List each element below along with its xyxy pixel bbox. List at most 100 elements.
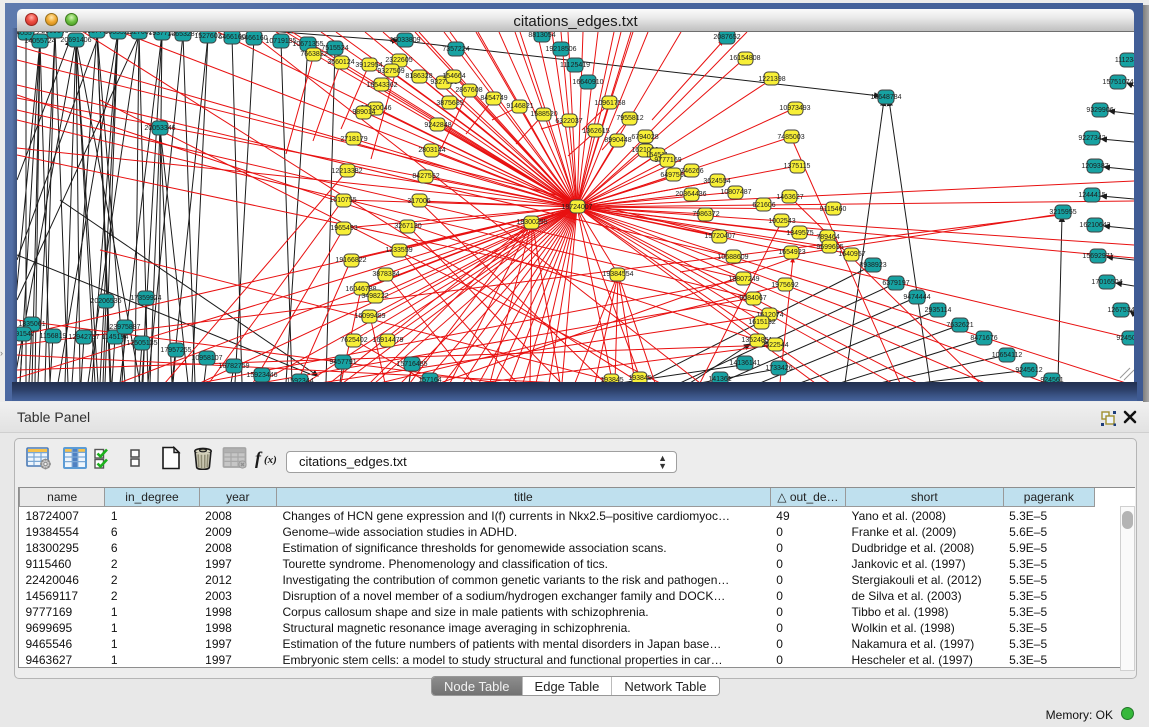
- svg-text:9115460: 9115460: [820, 206, 847, 213]
- svg-text:16033809: 16033809: [389, 37, 420, 44]
- svg-text:1349575: 1349575: [786, 230, 813, 237]
- svg-text:17359924: 17359924: [130, 295, 161, 302]
- svg-text:16782759: 16782759: [218, 363, 249, 370]
- svg-text:989014: 989014: [352, 109, 375, 116]
- svg-text:18724007: 18724007: [561, 204, 592, 211]
- svg-text:20206536: 20206536: [90, 298, 121, 305]
- svg-text:621606: 621606: [752, 202, 775, 209]
- svg-text:1156819: 1156819: [40, 333, 67, 340]
- svg-text:8938923: 8938923: [859, 262, 886, 269]
- svg-text:10961758: 10961758: [594, 100, 625, 107]
- svg-text:9242848: 9242848: [424, 122, 451, 129]
- svg-text:1112345: 1112345: [1115, 57, 1134, 64]
- svg-text:8186328: 8186328: [405, 73, 432, 80]
- svg-text:14055724: 14055724: [24, 38, 55, 45]
- svg-text:9777169: 9777169: [654, 157, 681, 164]
- svg-text:1209387: 1209387: [1081, 163, 1108, 170]
- svg-text:193845: 193845: [628, 375, 651, 382]
- svg-text:3624554: 3624554: [703, 178, 730, 185]
- svg-text:6794028: 6794028: [631, 134, 658, 141]
- svg-text:23975887: 23975887: [109, 324, 140, 331]
- svg-text:16640910: 16640910: [572, 79, 603, 86]
- svg-text:10973493: 10973493: [779, 105, 810, 112]
- svg-text:12505135: 12505135: [126, 340, 157, 347]
- svg-text:1640957: 1640957: [838, 251, 865, 258]
- svg-text:3660124: 3660124: [327, 59, 354, 66]
- svg-text:8990448: 8990448: [604, 137, 631, 144]
- svg-text:3215955: 3215955: [1049, 209, 1076, 216]
- svg-text:2803144: 2803144: [418, 147, 445, 154]
- svg-text:2718179: 2718179: [340, 136, 367, 143]
- svg-text:6466160: 6466160: [240, 35, 267, 42]
- svg-text:16914479: 16914479: [372, 337, 403, 344]
- svg-text:8813054: 8813054: [528, 32, 555, 39]
- svg-text:1221398: 1221398: [758, 76, 785, 83]
- svg-text:10807487: 10807487: [720, 189, 751, 196]
- svg-text:6322037: 6322037: [555, 118, 582, 125]
- svg-text:3267130: 3267130: [394, 223, 421, 230]
- svg-text:7632621: 7632621: [946, 322, 973, 329]
- svg-text:9329906: 9329906: [1086, 107, 1113, 114]
- svg-text:19218506: 19218506: [545, 46, 576, 53]
- svg-text:746266: 746266: [680, 168, 703, 175]
- svg-text:(x): (x): [264, 454, 277, 466]
- svg-text:1002543: 1002543: [768, 218, 795, 225]
- svg-text:16099489: 16099489: [354, 313, 385, 320]
- svg-text:7625402: 7625402: [340, 337, 367, 344]
- svg-text:8454749: 8454749: [480, 95, 507, 102]
- svg-text:16210643: 16210643: [1079, 222, 1110, 229]
- svg-text:2935114: 2935114: [925, 307, 952, 314]
- svg-text:2069140: 2069140: [41, 32, 68, 35]
- svg-text:8427552: 8427552: [412, 173, 439, 180]
- svg-text:9245612: 9245612: [1015, 367, 1042, 374]
- svg-text:8471676: 8471676: [970, 335, 997, 342]
- svg-text:9245061: 9245061: [1116, 335, 1134, 342]
- svg-text:2867608: 2867608: [455, 87, 482, 94]
- svg-text:1592344: 1592344: [286, 378, 313, 382]
- svg-text:7986372: 7986372: [692, 211, 719, 218]
- svg-text:9084067: 9084067: [739, 295, 766, 302]
- svg-text:18807249: 18807249: [728, 276, 759, 283]
- svg-text:141361: 141361: [708, 376, 731, 382]
- svg-text:17957255: 17957255: [160, 347, 191, 354]
- svg-text:1244415: 1244415: [1078, 192, 1105, 199]
- svg-text:1654923: 1654923: [778, 249, 805, 256]
- svg-text:3878334: 3878334: [372, 271, 399, 278]
- svg-text:10688609: 10688609: [717, 254, 748, 261]
- svg-text:14136141: 14136141: [729, 360, 760, 367]
- svg-text:924561: 924561: [1040, 377, 1063, 382]
- svg-text:9699695: 9699695: [816, 244, 843, 251]
- svg-text:19166822: 19166822: [335, 257, 366, 264]
- svg-text:12942737: 12942737: [68, 334, 99, 341]
- svg-text:9146821: 9146821: [506, 103, 533, 110]
- svg-text:10958107: 10958107: [191, 355, 222, 362]
- svg-text:16543362: 16543362: [366, 82, 397, 89]
- svg-text:11125419: 11125419: [560, 62, 590, 69]
- svg-text:2087652: 2087652: [713, 34, 740, 41]
- svg-text:1145194: 1145194: [102, 334, 129, 341]
- svg-text:1463627: 1463627: [776, 194, 803, 201]
- svg-text:f: f: [255, 448, 263, 468]
- svg-text:10654112: 10654112: [992, 352, 1023, 359]
- svg-text:157164: 157164: [418, 377, 441, 382]
- svg-text:6379197: 6379197: [882, 280, 909, 287]
- svg-text:9457791: 9457791: [329, 359, 356, 366]
- svg-text:391547: 391547: [17, 331, 35, 338]
- svg-text:1588520: 1588520: [530, 111, 557, 118]
- svg-text:15692971: 15692971: [1082, 253, 1113, 260]
- svg-text:317006: 317006: [407, 198, 430, 205]
- svg-text:193845: 193845: [600, 377, 623, 382]
- svg-text:1267534: 1267534: [1107, 307, 1134, 314]
- svg-text:9327509: 9327509: [377, 68, 404, 75]
- svg-text:15716485: 15716485: [396, 361, 427, 368]
- svg-text:1975692: 1975692: [771, 282, 798, 289]
- svg-text:18300295: 18300295: [516, 219, 547, 226]
- svg-text:3875685: 3875685: [436, 100, 463, 107]
- svg-text:154664: 154664: [442, 73, 465, 80]
- svg-text:1615132: 1615132: [748, 319, 775, 326]
- svg-text:7357224: 7357224: [442, 46, 469, 53]
- svg-text:7663822: 7663822: [300, 51, 327, 58]
- svg-text:1965493: 1965493: [330, 225, 357, 232]
- svg-text:3498222: 3498222: [361, 293, 388, 300]
- svg-text:19384554: 19384554: [602, 271, 633, 278]
